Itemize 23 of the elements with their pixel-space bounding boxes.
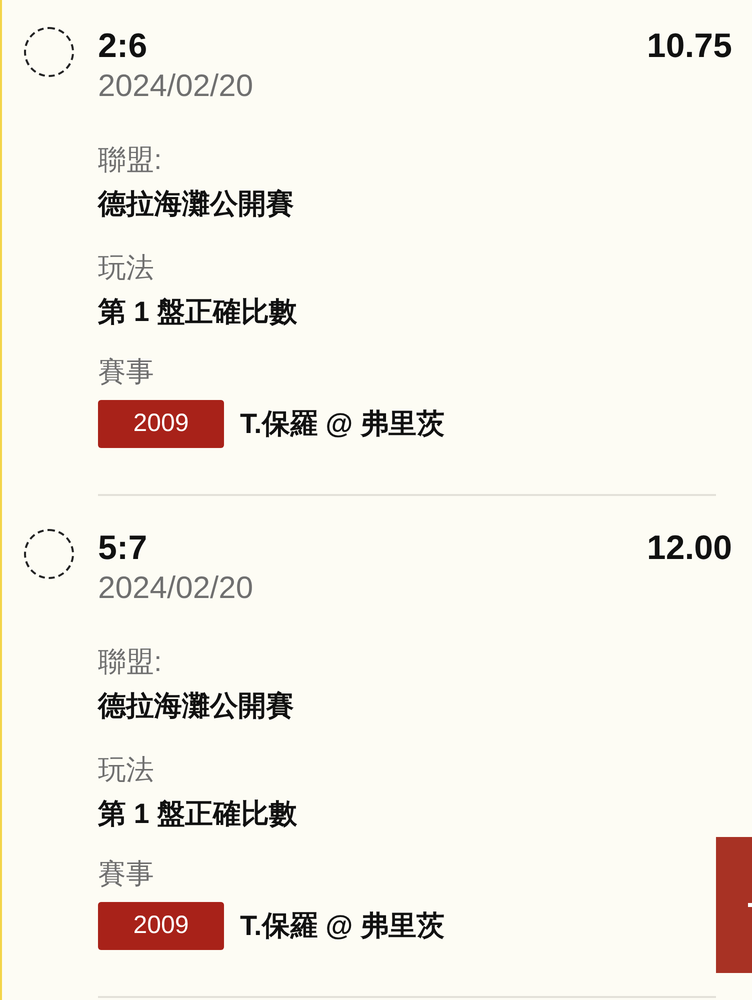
market-name: 第 1 盤正確比數	[98, 797, 298, 831]
league-name: 德拉海灘公開賽	[98, 689, 295, 723]
event-code-tag: 2009	[98, 902, 224, 950]
score-text: 5:7	[98, 528, 148, 568]
event-name: T.保羅 @ 弗里茨	[240, 909, 445, 943]
market-label: 玩法	[98, 251, 155, 285]
event-label: 賽事	[98, 355, 155, 389]
league-name: 德拉海灘公開賽	[98, 187, 295, 221]
tab-icon	[748, 903, 752, 907]
event-code-tag: 2009	[98, 400, 224, 448]
league-label: 聯盟:	[98, 645, 163, 679]
score-text: 2:6	[98, 26, 148, 66]
select-circle[interactable]	[24, 27, 74, 77]
event-name: T.保羅 @ 弗里茨	[240, 407, 445, 441]
select-circle[interactable]	[24, 529, 74, 579]
date-text: 2024/02/20	[98, 67, 254, 105]
event-label: 賽事	[98, 857, 155, 891]
league-label: 聯盟:	[98, 143, 163, 177]
market-name: 第 1 盤正確比數	[98, 295, 298, 329]
market-label: 玩法	[98, 753, 155, 787]
date-text: 2024/02/20	[98, 569, 254, 607]
odds-value: 10.75	[646, 26, 732, 66]
odds-value: 12.00	[646, 528, 732, 568]
